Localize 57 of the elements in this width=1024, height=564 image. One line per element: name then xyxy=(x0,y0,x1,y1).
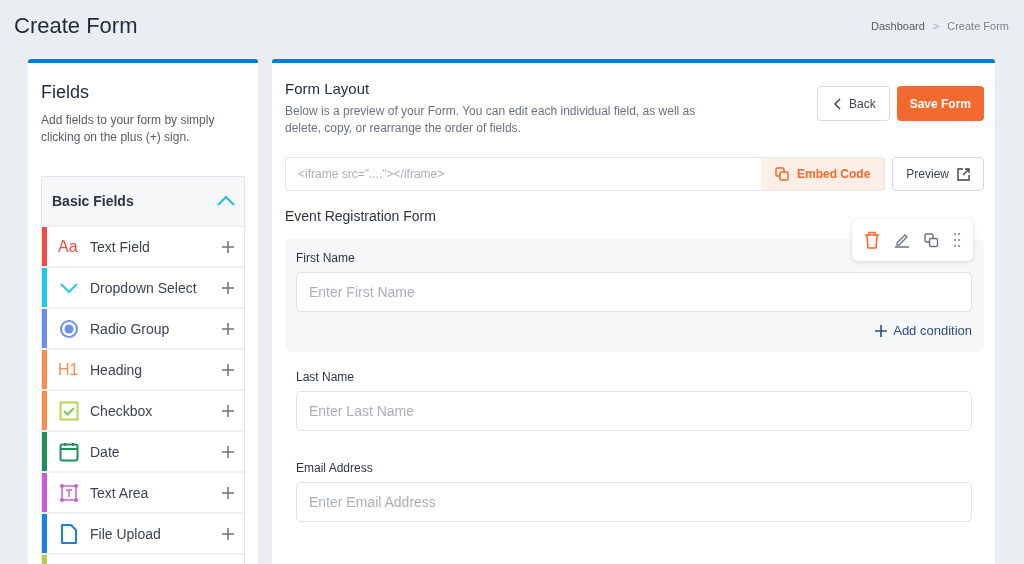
back-button[interactable]: Back xyxy=(816,86,890,121)
edit-button[interactable] xyxy=(894,232,910,248)
selected-field-card[interactable]: First Name Enter First Name Add condition xyxy=(285,239,984,352)
plus-icon xyxy=(222,445,234,458)
form-name: Event Registration Form xyxy=(285,208,437,224)
plus-icon xyxy=(222,527,234,540)
section-header[interactable]: Basic Fields xyxy=(42,177,244,225)
text-box-icon xyxy=(59,482,79,503)
external-link-icon xyxy=(957,167,970,181)
form-field[interactable]: Email Address Enter Email Address xyxy=(285,449,984,536)
delete-button[interactable] xyxy=(864,231,880,249)
chevron-down-icon xyxy=(58,280,80,295)
form-field[interactable]: Last Name Enter Last Name xyxy=(285,358,984,445)
field-type-item[interactable]: Text Area xyxy=(42,473,244,512)
drag-handle[interactable] xyxy=(953,232,961,248)
field-type-item[interactable]: Checkbox xyxy=(42,391,244,430)
panel-title: Fields xyxy=(41,82,90,103)
plus-icon xyxy=(222,404,234,417)
field-label: Email Address xyxy=(296,461,374,475)
field-label: First Name xyxy=(296,251,356,265)
chevron-left-icon xyxy=(833,97,841,110)
field-label: Last Name xyxy=(296,370,356,384)
add-condition-link[interactable]: Add condition xyxy=(875,323,972,338)
text-input[interactable]: Enter First Name xyxy=(296,272,972,312)
breadcrumb-current: Create Form xyxy=(947,20,1009,32)
field-type-item[interactable]: File Upload xyxy=(42,514,244,553)
field-type-item[interactable]: Radio Group xyxy=(42,309,244,348)
plus-icon xyxy=(875,324,888,337)
field-type-item[interactable]: Dropdown Select xyxy=(42,268,244,307)
copy-icon xyxy=(924,232,939,248)
trash-icon xyxy=(864,231,880,249)
section-description: Below is a preview of your Form. You can edit each individual field, as well as delete, copy, or rearrange the order of fields. xyxy=(285,103,697,137)
preview-button[interactable]: Preview xyxy=(892,157,984,191)
field-type-item[interactable]: Aa Text Field xyxy=(42,227,244,266)
page-title: Create Form xyxy=(14,13,138,39)
file-icon xyxy=(60,523,78,544)
text-input[interactable]: Enter Email Address xyxy=(296,482,972,522)
plus-icon xyxy=(222,322,234,335)
radio-icon xyxy=(59,318,79,339)
heading-icon: H1 xyxy=(58,360,80,379)
text-input[interactable]: Enter Last Name xyxy=(296,391,972,431)
field-type-item[interactable]: H1 Heading xyxy=(42,350,244,389)
pencil-icon xyxy=(894,232,910,248)
breadcrumb-separator: > xyxy=(932,20,940,32)
section-title: Form Layout xyxy=(285,80,371,97)
font-icon: Aa xyxy=(58,237,80,256)
plus-icon xyxy=(222,486,234,499)
plus-icon xyxy=(222,281,234,294)
duplicate-button[interactable] xyxy=(924,232,939,248)
checkbox-icon xyxy=(59,400,79,421)
plus-icon xyxy=(222,363,234,376)
plus-icon xyxy=(222,240,234,253)
breadcrumb-link[interactable]: Dashboard xyxy=(871,20,925,32)
drag-dots-icon xyxy=(953,232,961,248)
calendar-icon xyxy=(59,441,79,462)
field-type-item[interactable]: Date xyxy=(42,432,244,471)
panel-description: Add fields to your form by simply clicking on the plus (+) sign. xyxy=(41,112,216,146)
